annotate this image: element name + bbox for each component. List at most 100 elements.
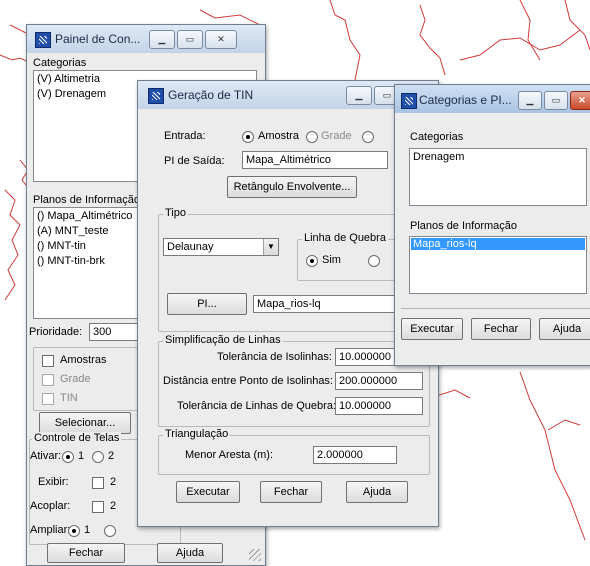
list-item[interactable]: Drenagem: [413, 151, 464, 163]
planos-label: Planos de Informação: [33, 194, 141, 206]
planos-label: Planos de Informação: [410, 220, 518, 232]
ajuda-button[interactable]: Ajuda: [346, 481, 408, 503]
triangulacao-label: Triangulação: [163, 428, 231, 440]
minimize-button[interactable]: ▁: [346, 86, 372, 105]
drainage-line: [519, 0, 541, 61]
menor-aresta-label: Menor Aresta (m):: [185, 449, 274, 461]
amostra-label: Amostra: [258, 130, 299, 142]
categorias-label: Categorias: [410, 131, 464, 143]
sim-radio[interactable]: [306, 255, 318, 267]
ampliar-2-radio[interactable]: [104, 525, 116, 537]
executar-button[interactable]: Executar: [401, 318, 463, 340]
triangulacao-group: Triangulação Menor Aresta (m): 2.000000: [158, 428, 430, 475]
drainage-line: [199, 9, 261, 26]
drainage-line: [547, 419, 581, 431]
ativar-2-label: 2: [108, 450, 115, 462]
list-item-selected[interactable]: Mapa_rios-lq: [411, 238, 585, 250]
pi-field[interactable]: Mapa_rios-lq: [253, 295, 413, 313]
minimize-button[interactable]: ▁: [149, 30, 175, 49]
menor-aresta-field[interactable]: 2.000000: [313, 446, 397, 464]
fechar-button[interactable]: Fechar: [260, 481, 322, 503]
app-icon: [148, 88, 164, 104]
grade-radio[interactable]: [306, 131, 318, 143]
tin-checkbox[interactable]: [42, 393, 54, 405]
grade-checkbox[interactable]: [42, 374, 54, 386]
linha-quebra-label: Linha de Quebra: [302, 232, 388, 244]
tol-isolinhas-label: Tolerância de Isolinhas:: [217, 351, 332, 363]
tipo-label: Tipo: [163, 207, 188, 219]
categorias-label: Categorias: [33, 57, 87, 69]
exibir-2-checkbox[interactable]: [92, 477, 104, 489]
retangulo-envolvente-button[interactable]: Retângulo Envolvente...: [227, 176, 357, 198]
tipo-value: Delaunay: [167, 241, 214, 253]
drainage-line: [329, 0, 361, 81]
painel-title: Painel de Con...: [55, 32, 141, 46]
ajuda-button[interactable]: Ajuda: [157, 543, 223, 563]
amostra-radio[interactable]: [242, 131, 254, 143]
fechar-button[interactable]: Fechar: [47, 543, 125, 563]
close-button[interactable]: ✕: [205, 30, 237, 49]
app-icon: [35, 32, 51, 48]
painel-titlebar[interactable]: Painel de Con... ▁ ▭ ✕: [27, 25, 265, 53]
amostras-label: Amostras: [60, 354, 107, 366]
pi-saida-label: PI de Saída:: [164, 155, 225, 167]
ativar-2-radio[interactable]: [92, 451, 104, 463]
maximize-button[interactable]: ▭: [544, 91, 568, 110]
list-item[interactable]: (V) Altimetria: [37, 73, 100, 85]
tin-title: Geração de TIN: [168, 88, 254, 102]
ampliar-label: Ampliar:: [30, 524, 71, 536]
drainage-line: [519, 371, 586, 541]
categorias-pi-window: Categorias e PI... ▁ ▭ ✕ Categorias Dren…: [394, 84, 590, 366]
dist-isolinhas-field[interactable]: 200.000000: [335, 372, 423, 390]
executar-button[interactable]: Executar: [176, 481, 240, 503]
tin-radio[interactable]: [362, 131, 374, 143]
amostras-checkbox[interactable]: [42, 355, 54, 367]
sim-label: Sim: [322, 254, 341, 266]
minimize-button[interactable]: ▁: [518, 91, 542, 110]
list-item[interactable]: (A) MNT_teste: [37, 225, 109, 237]
grade-label: Grade: [321, 130, 352, 142]
catpi-title: Categorias e PI...: [419, 93, 512, 107]
selecionar-button[interactable]: Selecionar...: [39, 412, 131, 434]
divider: [401, 308, 590, 309]
ampliar-1-radio[interactable]: [68, 525, 80, 537]
tin-titlebar[interactable]: Geração de TIN ▁ ▭: [138, 81, 438, 109]
simplificacao-group: Simplificação de Linhas Tolerância de Is…: [158, 334, 430, 427]
tin-label: TIN: [60, 392, 78, 404]
drainage-line: [419, 4, 446, 76]
acoplar-2-checkbox[interactable]: [92, 501, 104, 513]
resize-grip[interactable]: [249, 549, 261, 561]
nao-radio[interactable]: [368, 255, 380, 267]
tipo-select[interactable]: Delaunay ▼: [163, 238, 279, 256]
ajuda-button[interactable]: Ajuda: [539, 318, 590, 340]
list-item[interactable]: (V) Drenagem: [37, 88, 106, 100]
tol-quebra-field[interactable]: 10.000000: [335, 397, 423, 415]
app-icon: [401, 93, 417, 109]
dist-isolinhas-label: Distância entre Ponto de Isolinhas:: [163, 375, 333, 387]
acoplar-label: Acoplar:: [30, 500, 71, 512]
list-item[interactable]: () MNT-tin: [37, 240, 86, 252]
ativar-1-label: 1: [78, 450, 85, 462]
ativar-label: Ativar:: [30, 450, 62, 462]
drainage-line: [564, 0, 590, 51]
catpi-titlebar[interactable]: Categorias e PI... ▁ ▭ ✕: [395, 85, 590, 113]
pi-button[interactable]: PI...: [167, 293, 247, 315]
ativar-1-radio[interactable]: [62, 451, 74, 463]
acoplar-2-label: 2: [110, 500, 117, 512]
maximize-button[interactable]: ▭: [177, 30, 203, 49]
categorias-list[interactable]: Drenagem: [409, 148, 587, 206]
drainage-line: [4, 189, 21, 301]
prioridade-label: Prioridade:: [29, 326, 83, 338]
planos-list[interactable]: Mapa_rios-lq: [409, 236, 587, 294]
controle-telas-label: Controle de Telas: [32, 432, 122, 444]
chevron-down-icon[interactable]: ▼: [263, 239, 278, 255]
list-item[interactable]: () Mapa_Altimétrico: [37, 210, 132, 222]
grade-label: Grade: [60, 373, 91, 385]
tipo-group: Tipo Delaunay ▼ Linha de Quebra Sim PI..…: [158, 207, 431, 332]
tol-quebra-label: Tolerância de Linhas de Quebra:: [177, 400, 336, 412]
simplificacao-label: Simplificação de Linhas: [163, 334, 283, 346]
fechar-button[interactable]: Fechar: [471, 318, 531, 340]
pi-saida-field[interactable]: Mapa_Altimétrico: [242, 151, 388, 169]
close-button[interactable]: ✕: [570, 91, 590, 110]
list-item[interactable]: () MNT-tin-brk: [37, 255, 105, 267]
